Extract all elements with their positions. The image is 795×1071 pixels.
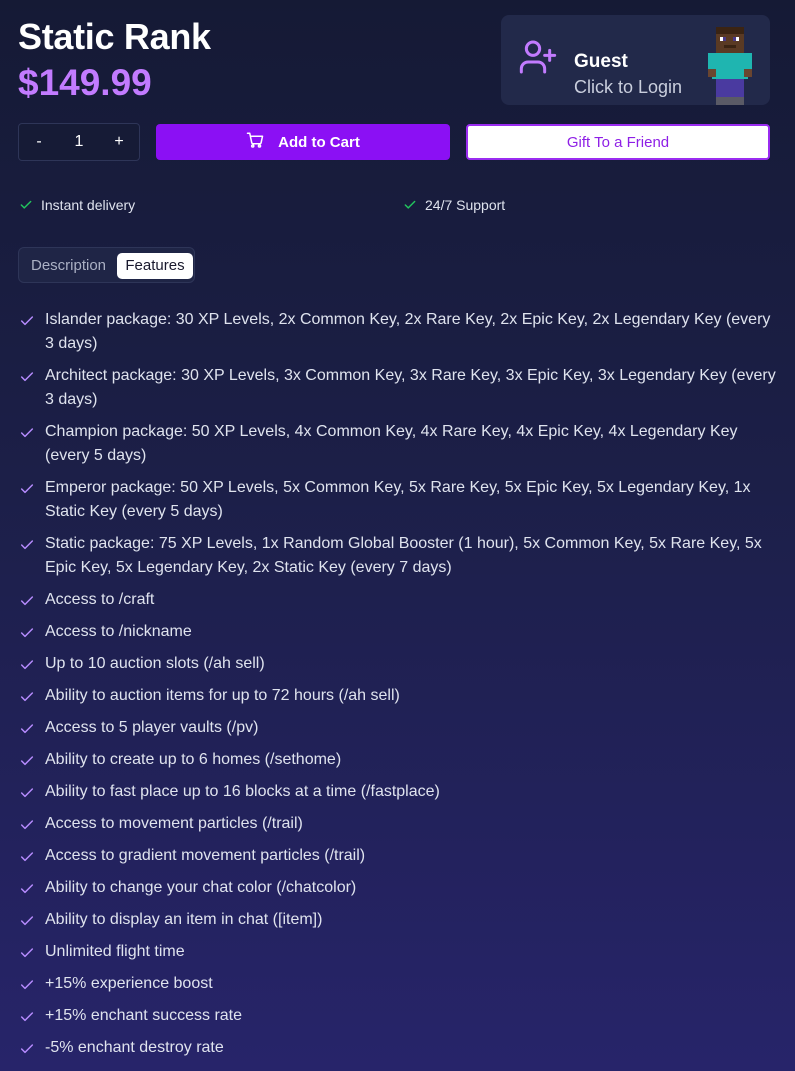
check-icon [20, 948, 34, 958]
feature-text: Access to /craft [45, 591, 155, 608]
gift-to-friend-button[interactable]: Gift To a Friend [466, 124, 770, 160]
feature-text: Islander package: 30 XP Levels, 2x Commo… [45, 311, 771, 352]
check-icon [20, 820, 34, 830]
feature-text: Access to gradient movement particles (/… [45, 847, 366, 864]
product-tabs: Description Features [18, 247, 195, 283]
feature-item: Emperor package: 50 XP Levels, 5x Common… [18, 476, 778, 524]
add-to-cart-label: Add to Cart [278, 133, 360, 151]
feature-item: +15% experience boost [18, 972, 778, 996]
check-icon [20, 372, 34, 382]
check-icon [20, 980, 34, 990]
feature-text: Access to movement particles (/trail) [45, 815, 303, 832]
user-plus-icon [518, 37, 558, 82]
check-icon [20, 724, 34, 734]
feature-text: Ability to fast place up to 16 blocks at… [45, 783, 440, 800]
quantity-value[interactable]: 1 [63, 124, 95, 160]
feature-text: Access to /nickname [45, 623, 192, 640]
check-icon [20, 316, 34, 326]
features-list: Islander package: 30 XP Levels, 2x Commo… [18, 308, 778, 1068]
perk-instant-delivery: Instant delivery [19, 196, 135, 214]
user-name: Guest [574, 51, 628, 72]
feature-item: Access to /craft [18, 588, 778, 612]
check-icon [20, 916, 34, 926]
feature-text: Unlimited flight time [45, 943, 185, 960]
feature-item: Up to 10 auction slots (/ah sell) [18, 652, 778, 676]
feature-item: Access to movement particles (/trail) [18, 812, 778, 836]
feature-text: Static package: 75 XP Levels, 1x Random … [45, 535, 762, 576]
feature-text: +15% experience boost [45, 975, 213, 992]
perk-label: Instant delivery [41, 197, 136, 213]
feature-item: Ability to create up to 6 homes (/sethom… [18, 748, 778, 772]
product-price: $149.99 [18, 62, 152, 103]
feature-item: Islander package: 30 XP Levels, 2x Commo… [18, 308, 778, 356]
feature-item: Ability to display an item in chat ([ite… [18, 908, 778, 932]
check-icon [20, 628, 34, 638]
feature-item: Static package: 75 XP Levels, 1x Random … [18, 532, 778, 580]
feature-text: Access to 5 player vaults (/pv) [45, 719, 259, 736]
gift-button-label: Gift To a Friend [566, 133, 670, 151]
check-icon [20, 852, 34, 862]
check-icon [20, 540, 34, 550]
feature-item: Access to 5 player vaults (/pv) [18, 716, 778, 740]
check-icon [20, 756, 34, 766]
feature-text: Up to 10 auction slots (/ah sell) [45, 655, 265, 672]
cart-icon [246, 131, 264, 153]
check-icon [20, 660, 34, 670]
player-avatar [708, 27, 752, 110]
feature-text: Champion package: 50 XP Levels, 4x Commo… [45, 423, 738, 464]
check-icon [20, 484, 34, 494]
feature-item: Ability to fast place up to 16 blocks at… [18, 780, 778, 804]
check-icon [20, 692, 34, 702]
feature-text: Ability to display an item in chat ([ite… [45, 911, 323, 928]
feature-text: Emperor package: 50 XP Levels, 5x Common… [45, 479, 751, 520]
check-icon [20, 596, 34, 606]
tab-description[interactable]: Description [31, 257, 106, 274]
perk-support: 24/7 Support [403, 196, 505, 214]
check-icon [20, 884, 34, 894]
increase-quantity-button[interactable]: + [107, 124, 131, 160]
check-icon [20, 200, 32, 209]
feature-item: Ability to auction items for up to 72 ho… [18, 684, 778, 708]
check-icon [20, 428, 34, 438]
quantity-stepper[interactable]: - 1 + [18, 123, 140, 161]
feature-item: -5% enchant destroy rate [18, 1036, 778, 1060]
feature-text: -5% enchant destroy rate [45, 1039, 224, 1056]
tab-features[interactable]: Features [117, 253, 193, 279]
add-to-cart-button[interactable]: Add to Cart [156, 124, 450, 160]
feature-item: Champion package: 50 XP Levels, 4x Commo… [18, 420, 778, 468]
check-icon [20, 788, 34, 798]
product-title: Static Rank [18, 16, 211, 57]
login-link[interactable]: Click to Login [574, 77, 682, 98]
feature-item: Access to /nickname [18, 620, 778, 644]
perk-label: 24/7 Support [425, 197, 506, 213]
feature-item: Ability to change your chat color (/chat… [18, 876, 778, 900]
check-icon [404, 200, 416, 209]
feature-text: Ability to create up to 6 homes (/sethom… [45, 751, 342, 768]
feature-item: Access to gradient movement particles (/… [18, 844, 778, 868]
check-icon [20, 1044, 34, 1054]
feature-item: Architect package: 30 XP Levels, 3x Comm… [18, 364, 778, 412]
user-login-card[interactable]: Guest Click to Login [501, 15, 770, 105]
feature-text: +15% enchant success rate [45, 1007, 243, 1024]
feature-text: Ability to change your chat color (/chat… [45, 879, 357, 896]
decrease-quantity-button[interactable]: - [27, 124, 51, 160]
feature-text: Ability to auction items for up to 72 ho… [45, 687, 400, 704]
check-icon [20, 1012, 34, 1022]
feature-item: +15% enchant success rate [18, 1004, 778, 1028]
feature-text: Architect package: 30 XP Levels, 3x Comm… [45, 367, 776, 408]
feature-item: Unlimited flight time [18, 940, 778, 964]
